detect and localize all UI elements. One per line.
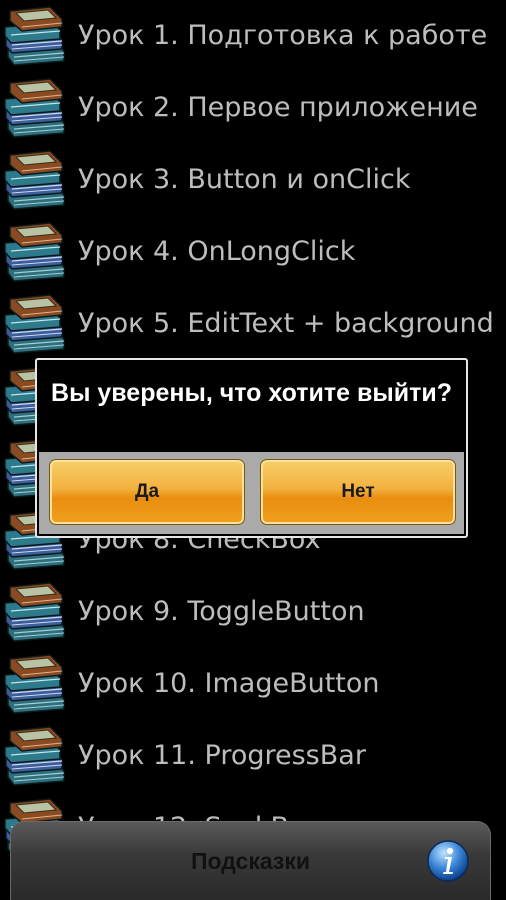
lesson-label: Урок 3. Button и onClick (78, 164, 411, 195)
books-icon (2, 3, 68, 69)
lesson-label: Урок 2. Первое приложение (78, 92, 478, 123)
hints-bar[interactable]: Подсказки (10, 821, 491, 900)
app-screen: Урок 1. Подготовка к работе Урок 2. Перв… (0, 0, 506, 900)
books-icon (2, 723, 68, 789)
info-icon[interactable] (426, 839, 470, 883)
books-icon (2, 219, 68, 285)
list-item[interactable]: Урок 2. Первое приложение (0, 72, 506, 144)
lesson-label: Урок 10. ImageButton (78, 668, 380, 699)
books-icon (2, 75, 68, 141)
list-item[interactable]: Урок 3. Button и onClick (0, 144, 506, 216)
dialog-button-panel: Да Нет (39, 452, 464, 534)
lesson-label: Урок 9. ToggleButton (78, 596, 365, 627)
list-item[interactable]: Урок 5. EditText + background (0, 288, 506, 360)
lesson-label: Урок 4. OnLongClick (78, 236, 356, 267)
list-item[interactable]: Урок 9. ToggleButton (0, 576, 506, 648)
list-item[interactable]: Урок 4. OnLongClick (0, 216, 506, 288)
dialog-title: Вы уверены, что хотите выйти? (51, 379, 452, 407)
books-icon (2, 147, 68, 213)
yes-button[interactable]: Да (49, 459, 245, 525)
lesson-label: Урок 5. EditText + background (78, 308, 494, 339)
lesson-label: Урок 1. Подготовка к работе (78, 20, 488, 51)
books-icon (2, 579, 68, 645)
lesson-label: Урок 11. ProgressBar (78, 740, 366, 771)
no-button[interactable]: Нет (260, 459, 456, 525)
books-icon (2, 291, 68, 357)
hints-button-label: Подсказки (190, 848, 311, 874)
exit-confirm-dialog: Вы уверены, что хотите выйти? Да Нет (35, 358, 468, 538)
list-item[interactable]: Урок 10. ImageButton (0, 648, 506, 720)
list-item[interactable]: Урок 11. ProgressBar (0, 720, 506, 792)
books-icon (2, 651, 68, 717)
list-item[interactable]: Урок 1. Подготовка к работе (0, 0, 506, 72)
